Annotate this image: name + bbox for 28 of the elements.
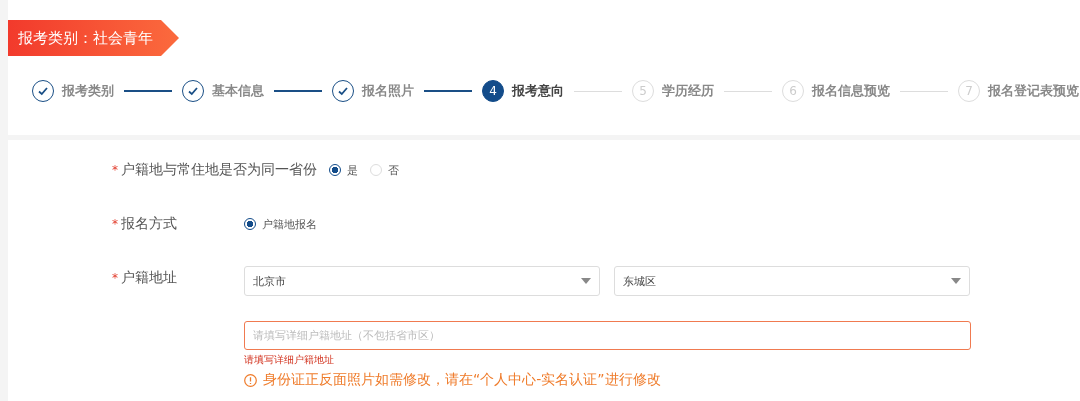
step-label: 报名信息预览 [812, 82, 890, 100]
info-icon [244, 373, 257, 387]
step-label: 报名登记表预览 [988, 82, 1079, 100]
field-label: 报名方式 [121, 215, 177, 233]
notice-text: 身份证正反面照片如需修改，请在“个人中心-实名认证”进行修改 [263, 371, 661, 389]
radio-option[interactable]: 是 [329, 162, 358, 178]
field-label: 户籍地与常住地是否为同一省份 [121, 161, 317, 179]
caret-icon [581, 278, 591, 284]
radio-option[interactable]: 否 [370, 162, 399, 178]
field-label: 户籍地址 [121, 269, 177, 287]
step-label: 学历经历 [662, 82, 714, 100]
radio-option[interactable]: 户籍地报名 [244, 216, 317, 232]
required-mark: * [112, 217, 118, 231]
step-label: 报考意向 [512, 82, 564, 100]
step-label: 报名照片 [362, 82, 414, 100]
required-mark: * [112, 271, 118, 285]
required-mark: * [112, 163, 118, 177]
radio-icon[interactable] [329, 164, 341, 176]
caret-icon [951, 278, 961, 284]
radio-icon[interactable] [244, 218, 256, 230]
step-number: 4 [482, 80, 504, 102]
category-banner: 报考类别：社会青年 [8, 20, 179, 56]
address-input[interactable]: 请填写详细户籍地址（不包括省市区） [244, 321, 971, 350]
dropdown-field[interactable]: 东城区 [614, 266, 970, 296]
dropdown-field[interactable]: 北京市 [244, 266, 600, 296]
step-label: 基本信息 [212, 82, 264, 100]
step-label: 报考类别 [62, 82, 114, 100]
error-message: 请填写详细户籍地址 [244, 353, 335, 367]
